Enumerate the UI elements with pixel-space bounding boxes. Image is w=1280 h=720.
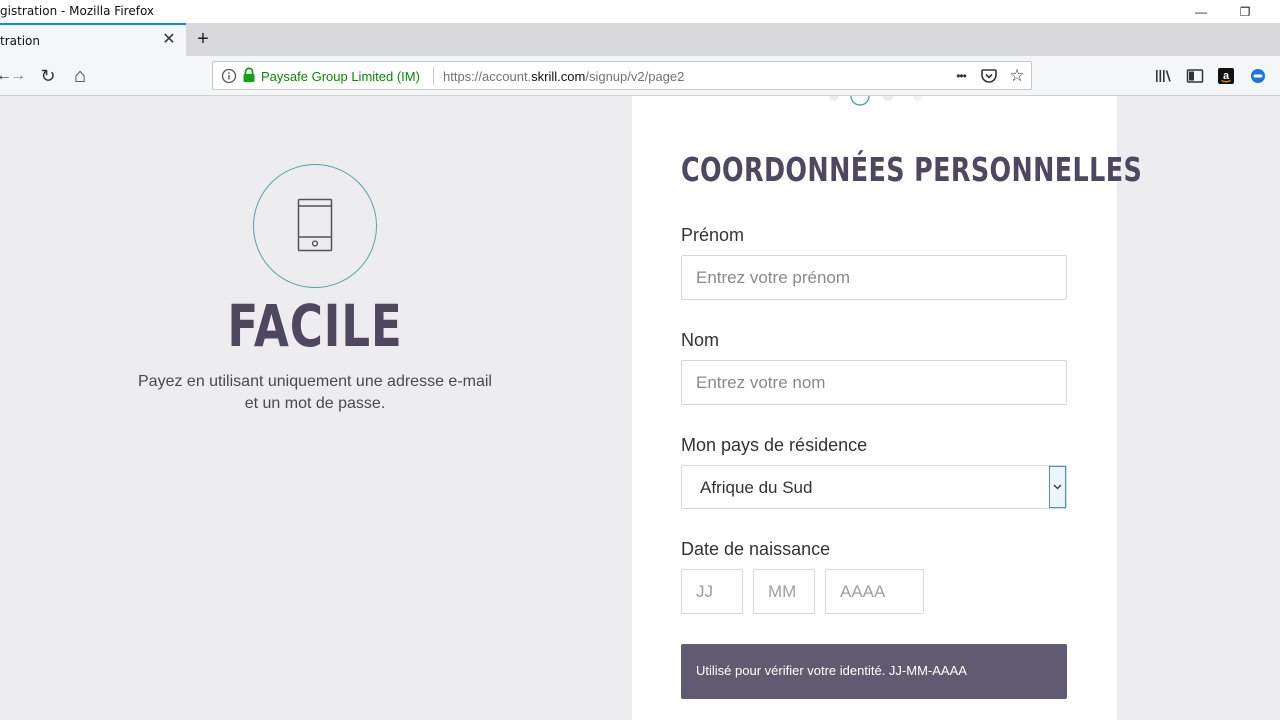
bookmark-star-icon[interactable]: ☆ <box>1007 66 1027 85</box>
step-progress-indicator <box>829 96 923 106</box>
restore-button[interactable]: ❐ <box>1222 0 1268 23</box>
tab-strip: tration ✕ + <box>0 23 1280 56</box>
minimize-icon: — <box>1195 4 1207 19</box>
hero-icon-circle <box>253 164 377 288</box>
url-prefix: https://account. <box>443 69 532 84</box>
form-title: COORDONNÉES PERSONNELLES <box>681 150 1143 189</box>
new-tab-button[interactable]: + <box>192 29 214 51</box>
sidebar-icon[interactable] <box>1185 66 1205 86</box>
library-icon[interactable] <box>1153 66 1173 86</box>
page-content: FACILE Payez en utilisant uniquement une… <box>0 96 1280 720</box>
forward-button[interactable]: → <box>6 64 30 88</box>
url-host: skrill.com <box>531 69 586 84</box>
home-button[interactable]: ⌂ <box>68 64 92 88</box>
svg-text:a: a <box>1223 70 1230 82</box>
chevron-down-icon <box>1053 484 1062 490</box>
tab-registration[interactable]: tration ✕ <box>0 23 186 56</box>
page-actions-icon[interactable]: ••• <box>951 67 971 85</box>
pocket-icon[interactable] <box>979 67 999 85</box>
info-icon[interactable] <box>221 68 237 84</box>
url-separator <box>433 67 434 85</box>
first-name-input[interactable] <box>681 255 1067 300</box>
reload-icon: ↻ <box>40 65 56 86</box>
amazon-icon[interactable]: a <box>1216 66 1236 86</box>
minimize-button[interactable]: — <box>1178 0 1224 23</box>
restore-icon: ❐ <box>1239 4 1251 19</box>
window-titlebar: gistration - Mozilla Firefox — ❐ <box>0 0 1280 23</box>
tab-title: tration <box>0 34 40 48</box>
last-name-input[interactable] <box>681 360 1067 405</box>
url-path: /signup/v2/page2 <box>585 69 685 84</box>
reload-button[interactable]: ↻ <box>36 64 60 88</box>
forward-arrow-icon: → <box>10 67 26 84</box>
dropdown-arrow[interactable] <box>1049 466 1066 508</box>
hero-description: Payez en utilisant uniquement une adress… <box>138 373 492 412</box>
country-label: Mon pays de résidence <box>681 435 868 455</box>
country-selected-value: Afrique du Sud <box>700 478 813 497</box>
birth-year-input[interactable] <box>825 569 924 614</box>
hero-title: FACILE <box>227 292 403 360</box>
home-icon: ⌂ <box>73 64 87 87</box>
birth-day-input[interactable] <box>681 569 743 614</box>
tab-close-icon[interactable]: ✕ <box>160 31 178 49</box>
plus-icon: + <box>197 28 209 50</box>
lock-icon[interactable] <box>242 67 256 83</box>
first-name-label: Prénom <box>681 225 745 245</box>
site-identity[interactable]: Paysafe Group Limited (IM) <box>261 69 420 84</box>
birthdate-label: Date de naissance <box>681 539 831 559</box>
smartphone-icon <box>297 198 333 252</box>
navigation-toolbar: ← → ↻ ⌂ Paysafe Group Limited (IM) https… <box>0 56 1280 96</box>
last-name-label: Nom <box>681 330 720 350</box>
form-panel <box>632 96 1117 720</box>
birth-month-input[interactable] <box>753 569 815 614</box>
extension-icon[interactable] <box>1248 66 1268 86</box>
country-select[interactable]: Afrique du Sud <box>681 465 1067 509</box>
birthdate-hint-tooltip: Utilisé pour vérifier votre identité. JJ… <box>681 644 1067 699</box>
window-title: gistration - Mozilla Firefox <box>0 4 155 18</box>
url-bar[interactable]: Paysafe Group Limited (IM) https://accou… <box>212 61 1032 90</box>
url-text[interactable]: https://account.skrill.com/signup/v2/pag… <box>443 69 684 84</box>
hint-text: Utilisé pour vérifier votre identité. JJ… <box>696 663 967 678</box>
